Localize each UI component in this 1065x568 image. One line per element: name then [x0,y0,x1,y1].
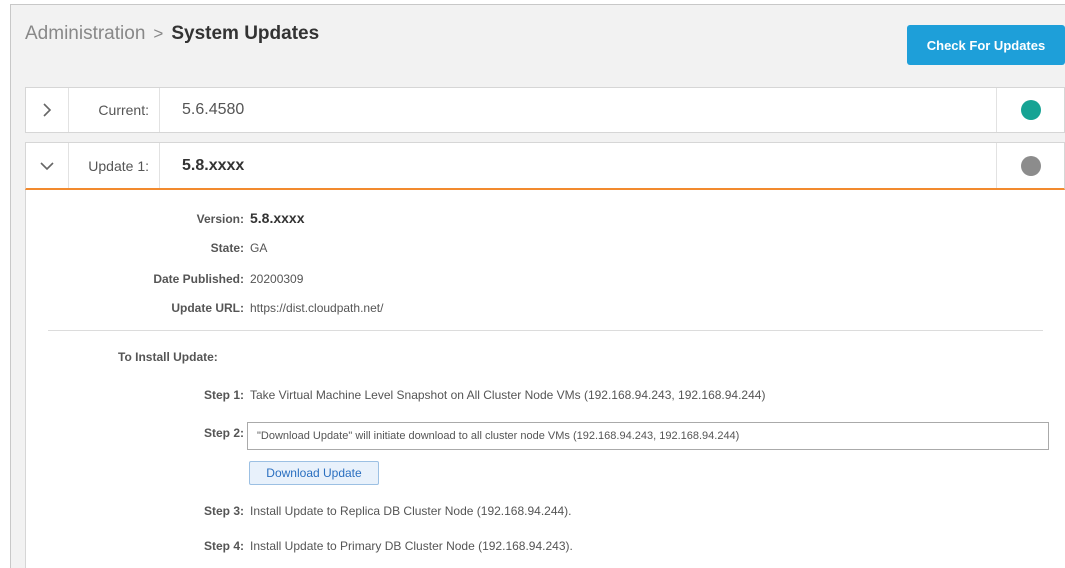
version-field: Version: 5.8.xxxx [26,210,305,226]
current-version-row[interactable]: Current: 5.6.4580 [25,87,1065,133]
breadcrumb: Administration > System Updates [25,23,319,45]
step-1-label: Step 1: [203,388,244,402]
version-label: Version: [196,212,244,226]
step-1: Step 1: Take Virtual Machine Level Snapsh… [174,388,765,402]
step-2: Step 2: [174,426,244,440]
install-update-title: To Install Update: [118,350,218,364]
version-value: 5.8.xxxx [250,210,305,226]
update-1-version-value: 5.8.xxxx [182,156,245,174]
page-title: System Updates [171,23,320,44]
breadcrumb-administration[interactable]: Administration [25,23,145,44]
step-3: Step 3: Install Update to Replica DB Clus… [174,504,572,518]
update-1-label: Update 1: [68,143,160,188]
check-for-updates-button[interactable]: Check For Updates [907,25,1065,65]
state-value: GA [250,241,268,255]
breadcrumb-separator: > [153,24,164,43]
chevron-down-icon[interactable] [26,143,69,188]
date-published-value: 20200309 [250,272,304,286]
main-frame: Administration > System Updates Check For … [10,4,1065,568]
update-details-panel: Version: 5.8.xxxx State: GA Date Published… [25,190,1065,568]
step-4-text: Install Update to Primary DB Cluster Nod… [250,539,573,553]
chevron-right-icon[interactable] [26,88,69,132]
step-1-text: Take Virtual Machine Level Snapshot on A… [250,388,766,402]
step-3-text: Install Update to Replica DB Cluster Nod… [250,504,572,518]
step-2-label: Step 2: [203,426,244,440]
step-4-label: Step 4: [203,539,244,553]
state-label: State: [210,241,244,255]
current-status-cell [996,88,1064,132]
current-label: Current: [68,88,160,132]
current-status-dot [1020,100,1041,120]
update-status-cell [996,143,1064,188]
page-header: Administration > System Updates Check For … [11,5,1065,75]
update-url-label: Update URL: [171,301,244,315]
step-3-label: Step 3: [203,504,244,518]
update-status-dot [1020,155,1041,176]
current-version-value: 5.6.4580 [182,101,245,118]
date-published-label: Date Published: [153,272,244,286]
update-url-field: Update URL: https://dist.cloudpath.net/ [26,301,383,315]
update-1-row[interactable]: Update 1: 5.8.xxxx [25,142,1065,190]
divider [48,330,1043,331]
update-url-value[interactable]: https://dist.cloudpath.net/ [250,301,383,315]
download-update-button[interactable]: Download Update [249,461,379,485]
step-2-message-box: "Download Update" will initiate download… [247,422,1049,450]
step-4: Step 4: Install Update to Primary DB Clus… [174,539,573,553]
state-field: State: GA [26,241,268,255]
date-published-field: Date Published: 20200309 [26,272,303,286]
